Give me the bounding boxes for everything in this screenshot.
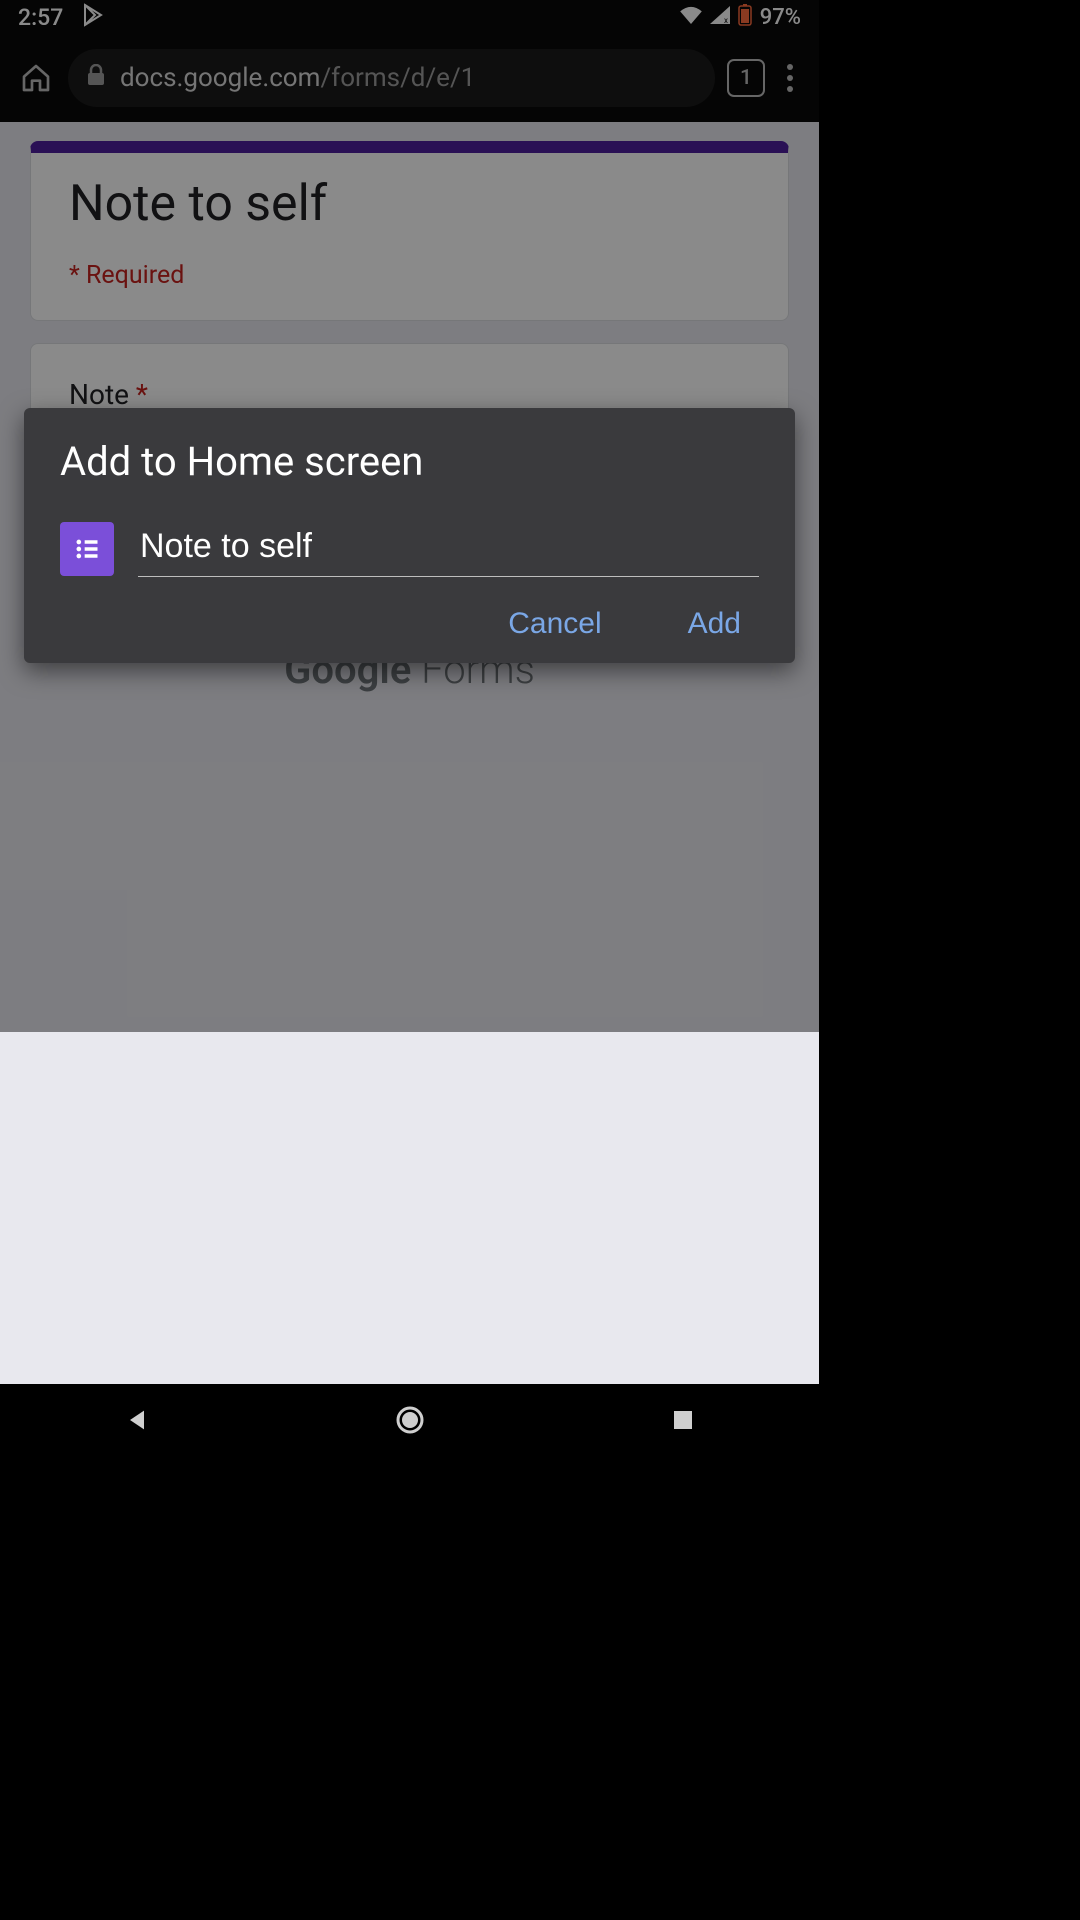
add-button[interactable]: Add (688, 607, 741, 641)
forms-app-icon (60, 522, 114, 576)
cancel-button[interactable]: Cancel (508, 607, 601, 641)
android-nav-bar (0, 1384, 819, 1456)
back-button[interactable] (77, 1406, 197, 1434)
add-to-home-dialog: Add to Home screen Cancel Add (24, 408, 795, 663)
shortcut-name-input[interactable] (138, 521, 759, 577)
dialog-title: Add to Home screen (60, 438, 759, 485)
home-nav-button[interactable] (350, 1404, 470, 1436)
recents-button[interactable] (623, 1408, 743, 1432)
